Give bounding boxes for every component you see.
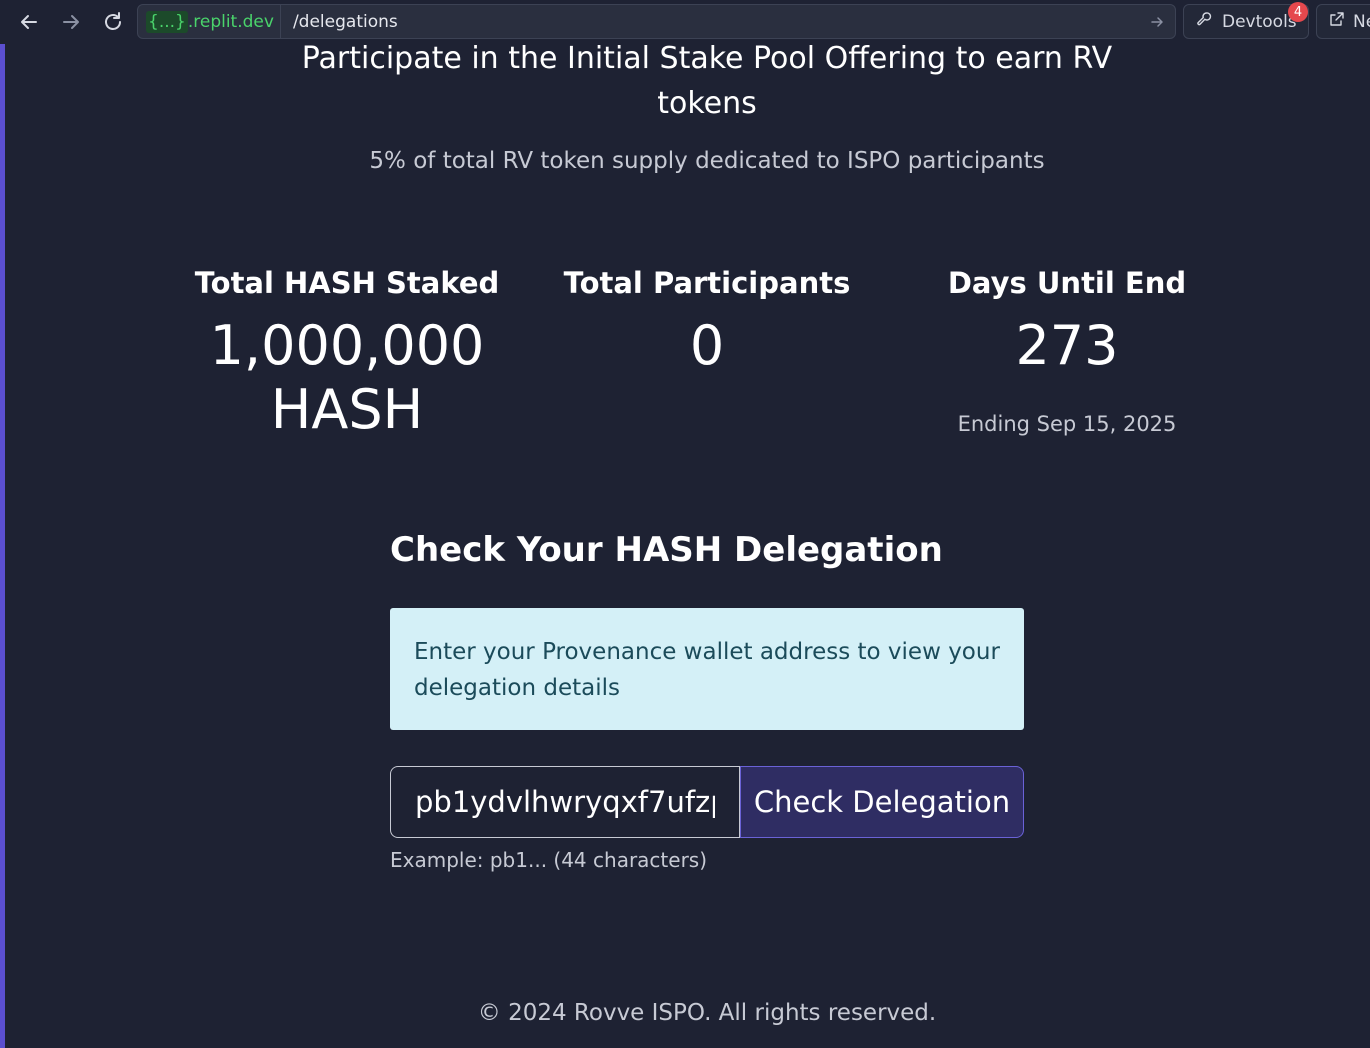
footer-copyright: © 2024 Rovve ISPO. All rights reserved. xyxy=(477,1000,937,1026)
devtools-badge: 4 xyxy=(1288,2,1308,22)
stat-total-participants: Total Participants 0 xyxy=(537,266,877,378)
devtools-label: Devtools xyxy=(1222,11,1297,32)
stat-value: 273 xyxy=(1015,314,1119,377)
hero-title: Participate in the Initial Stake Pool Of… xyxy=(301,41,1113,121)
stat-value: 1,000,000 HASH xyxy=(209,314,485,441)
stat-end-date: Ending Sep 15, 2025 xyxy=(957,412,1177,436)
stat-days-until-end: Days Until End 273 Ending Sep 15, 2025 xyxy=(897,266,1237,436)
external-link-icon xyxy=(1329,11,1345,32)
back-icon[interactable] xyxy=(15,8,43,36)
go-arrow-icon[interactable] xyxy=(1139,5,1175,38)
stat-value: 0 xyxy=(689,314,725,377)
stat-label: Days Until End xyxy=(947,266,1187,300)
url-path[interactable]: /delegations xyxy=(281,12,1139,32)
reload-icon[interactable] xyxy=(99,8,127,36)
stat-label: Total Participants xyxy=(563,266,851,300)
delegation-form: Check Delegation xyxy=(390,766,1024,838)
forward-icon[interactable] xyxy=(57,8,85,36)
open-new-tab-button[interactable]: Ne xyxy=(1316,4,1370,39)
delegation-section-title: Check Your HASH Delegation xyxy=(390,530,943,570)
input-hint: Example: pb1... (44 characters) xyxy=(390,848,708,872)
check-delegation-button[interactable]: Check Delegation xyxy=(740,766,1024,838)
newtab-label: Ne xyxy=(1353,11,1370,32)
domain-suffix: .replit.dev xyxy=(187,11,274,32)
hero-subtitle: 5% of total RV token supply dedicated to… xyxy=(369,148,1045,174)
url-bar[interactable]: {...} .replit.dev /delegations xyxy=(137,4,1176,39)
domain-prefix: {...} xyxy=(146,10,188,33)
stat-total-staked: Total HASH Staked 1,000,000 HASH xyxy=(177,266,517,442)
stat-label: Total HASH Staked xyxy=(194,266,500,300)
domain-chip[interactable]: {...} .replit.dev xyxy=(138,5,281,38)
left-accent-bar xyxy=(0,0,5,1048)
info-alert: Enter your Provenance wallet address to … xyxy=(390,608,1024,730)
wrench-icon xyxy=(1196,11,1212,32)
wallet-address-input[interactable] xyxy=(390,766,740,838)
